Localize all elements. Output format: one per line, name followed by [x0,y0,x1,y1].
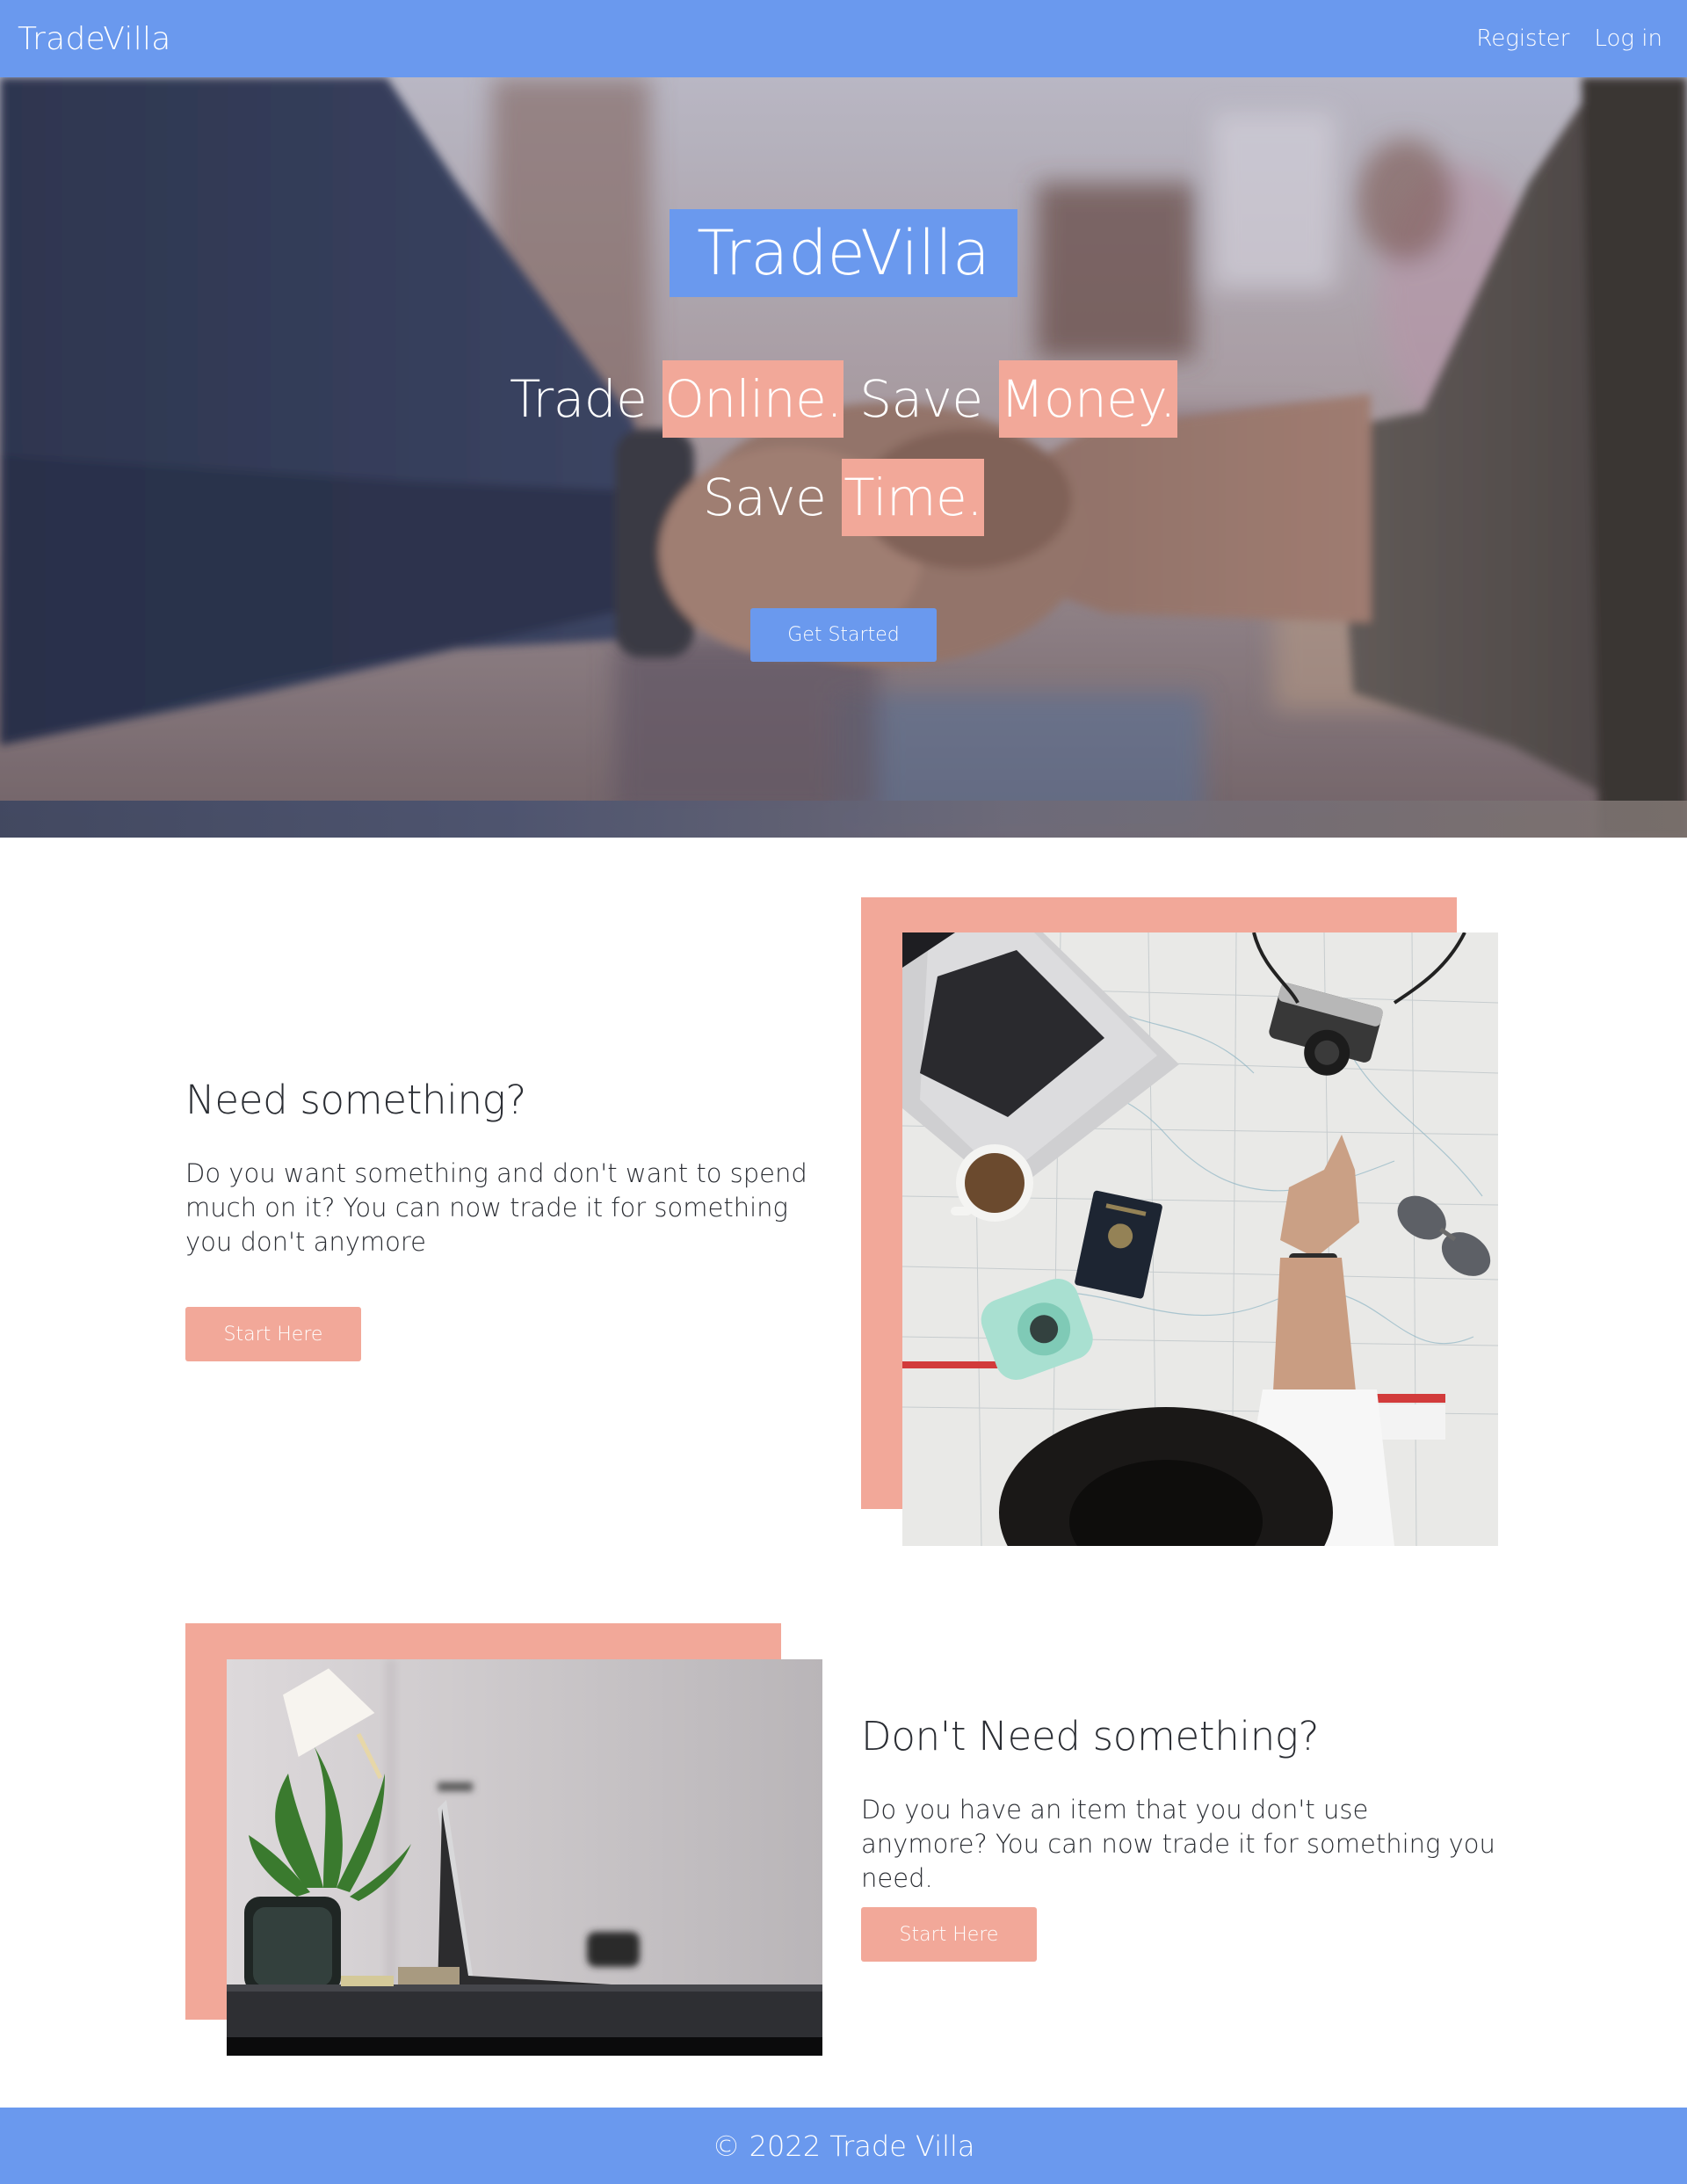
hero-tagline-line1: Trade Online. Save Money. [0,360,1687,438]
travel-map-image [902,932,1498,1546]
brand-logo-link[interactable]: TradeVilla [18,21,171,57]
footer: © 2022 Trade Villa [0,2108,1687,2184]
desk-workspace-illustration [227,1659,822,2056]
tagline-highlight: Online. [662,360,844,438]
hero-title: TradeVilla [670,209,1017,297]
start-here-button-dont-need[interactable]: Start Here [861,1907,1037,1962]
copyright-text: © 2022 Trade Villa [712,2129,975,2163]
hero-tagline-line2: Save Time. [0,459,1687,536]
start-here-button-need[interactable]: Start Here [185,1307,361,1361]
dont-need-something-text: Don't Need something? Do you have an ite… [861,1713,1502,1896]
need-something-text: Need something? Do you want something an… [185,1077,827,1259]
login-link[interactable]: Log in [1594,25,1662,52]
need-something-body: Do you want something and don't want to … [185,1158,807,1257]
tagline-highlight: Time. [842,459,985,536]
dont-need-something-body: Do you have an item that you don't use a… [861,1795,1495,1893]
tagline-text: Save [844,369,999,429]
nav-links: Register Log in [1476,25,1662,52]
dont-need-something-heading: Don't Need something? [861,1713,1320,1760]
hero-section: TradeVilla Trade Online. Save Money. Sav… [0,77,1687,838]
tagline-highlight: Money. [998,360,1177,438]
need-something-heading: Need something? [185,1077,526,1123]
travel-map-illustration [902,932,1498,1546]
tagline-text: Save [702,468,843,527]
hero-bottom-strip [0,801,1687,838]
hero-content: TradeVilla Trade Online. Save Money. Sav… [0,77,1687,801]
navbar: TradeVilla Register Log in [0,0,1687,77]
get-started-button[interactable]: Get Started [750,608,937,662]
desk-workspace-image [227,1659,822,2056]
tagline-text: Trade [510,369,663,429]
register-link[interactable]: Register [1476,25,1569,52]
